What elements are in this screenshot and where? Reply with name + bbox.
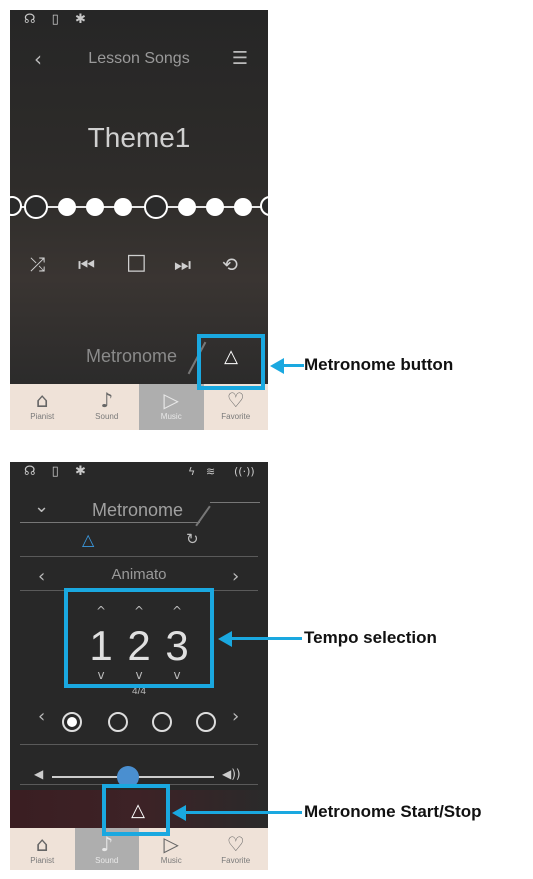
progress-dot[interactable] <box>234 198 252 216</box>
status-bar-icons: ☊ ▯ ✱ <box>24 12 92 27</box>
tempo-name: Animato <box>111 566 167 583</box>
nav-sound[interactable]: ♪ Sound <box>75 384 140 430</box>
list-icon[interactable]: ☰ <box>232 48 248 69</box>
callout-tempo-selection: Tempo selection <box>304 628 437 647</box>
shuffle-icon[interactable]: ⤮ <box>30 254 45 276</box>
play-icon: ▷ <box>163 388 179 412</box>
callout-arrow-line <box>184 811 302 814</box>
callout-arrow-line <box>230 637 302 640</box>
nav-label: Favorite <box>221 856 251 865</box>
volume-low-icon: ◀ <box>34 767 44 781</box>
tab-underline <box>20 556 258 557</box>
nav-label: Music <box>160 856 182 865</box>
progress-dot[interactable] <box>206 198 224 216</box>
next-icon[interactable]: ⏭ <box>174 254 191 276</box>
tempo-next-icon[interactable]: › <box>232 566 239 587</box>
nav-label: Pianist <box>30 412 55 421</box>
tempo-selection-highlight <box>64 588 214 688</box>
progress-dot[interactable] <box>144 195 168 219</box>
nav-label: Sound <box>95 856 119 865</box>
beat-next-icon[interactable]: › <box>232 706 239 727</box>
progress-dot[interactable] <box>178 198 196 216</box>
callout-metronome-button: Metronome button <box>304 355 454 374</box>
beat-dot[interactable] <box>196 712 216 732</box>
bottom-nav: ⌂ Pianist ♪ Sound ▷ Music ♡ Favorite <box>10 384 268 430</box>
progress-dot[interactable] <box>114 198 132 216</box>
nav-label: Sound <box>95 412 119 421</box>
nav-favorite[interactable]: ♡ Favorite <box>204 828 269 870</box>
tab-metronome-icon[interactable]: △ <box>82 530 94 549</box>
previous-icon[interactable]: ⏮ <box>78 254 95 276</box>
battery-icon: ϟ <box>188 465 196 478</box>
metronome-label: Metronome <box>86 346 178 366</box>
header-divider <box>195 505 211 527</box>
heart-icon: ♡ <box>226 388 245 412</box>
nav-label: Music <box>160 412 182 421</box>
volume-high-icon: ◀)) <box>222 767 241 781</box>
progress-dot[interactable] <box>58 198 76 216</box>
metronome-button-highlight <box>197 334 265 390</box>
piano-icon: ⌂ <box>35 832 49 856</box>
nav-pianist[interactable]: ⌂ Pianist <box>10 384 75 430</box>
beat-dot[interactable] <box>152 712 172 732</box>
page-title: Lesson Songs <box>88 50 190 67</box>
beat-dot-active[interactable] <box>62 712 82 732</box>
midi-icon: ≋ <box>206 465 216 478</box>
nav-favorite[interactable]: ♡ Favorite <box>204 384 269 430</box>
tab-rhythm-icon[interactable]: ↻ <box>186 530 199 548</box>
stop-icon[interactable]: □ <box>126 250 147 275</box>
header-divider <box>20 522 200 523</box>
nav-pianist[interactable]: ⌂ Pianist <box>10 828 75 870</box>
collapse-icon[interactable]: ⌄ <box>34 496 49 517</box>
beat-prev-icon[interactable]: ‹ <box>38 706 45 727</box>
status-bar-icons: ☊ ▯ ✱ <box>24 464 92 479</box>
divider <box>20 744 258 745</box>
callout-start-stop: Metronome Start/Stop <box>304 802 482 821</box>
repeat-icon[interactable]: ⟲ <box>222 254 238 276</box>
wireless-icon: ((·)) <box>234 465 255 478</box>
heart-icon: ♡ <box>226 832 245 856</box>
progress-track <box>10 206 268 208</box>
callout-arrow-line <box>282 364 304 367</box>
page-title: Metronome <box>92 500 184 520</box>
progress-dot-current[interactable] <box>24 195 48 219</box>
song-title: Theme1 <box>87 122 191 153</box>
piano-icon: ⌂ <box>35 388 49 412</box>
beat-dot[interactable] <box>108 712 128 732</box>
nav-label: Pianist <box>30 856 55 865</box>
progress-dot[interactable] <box>86 198 104 216</box>
nav-label: Favorite <box>221 412 251 421</box>
start-stop-highlight <box>102 784 170 836</box>
nav-music[interactable]: ▷ Music <box>139 384 204 430</box>
note-icon: ♪ <box>100 388 114 412</box>
header-divider <box>210 502 260 503</box>
